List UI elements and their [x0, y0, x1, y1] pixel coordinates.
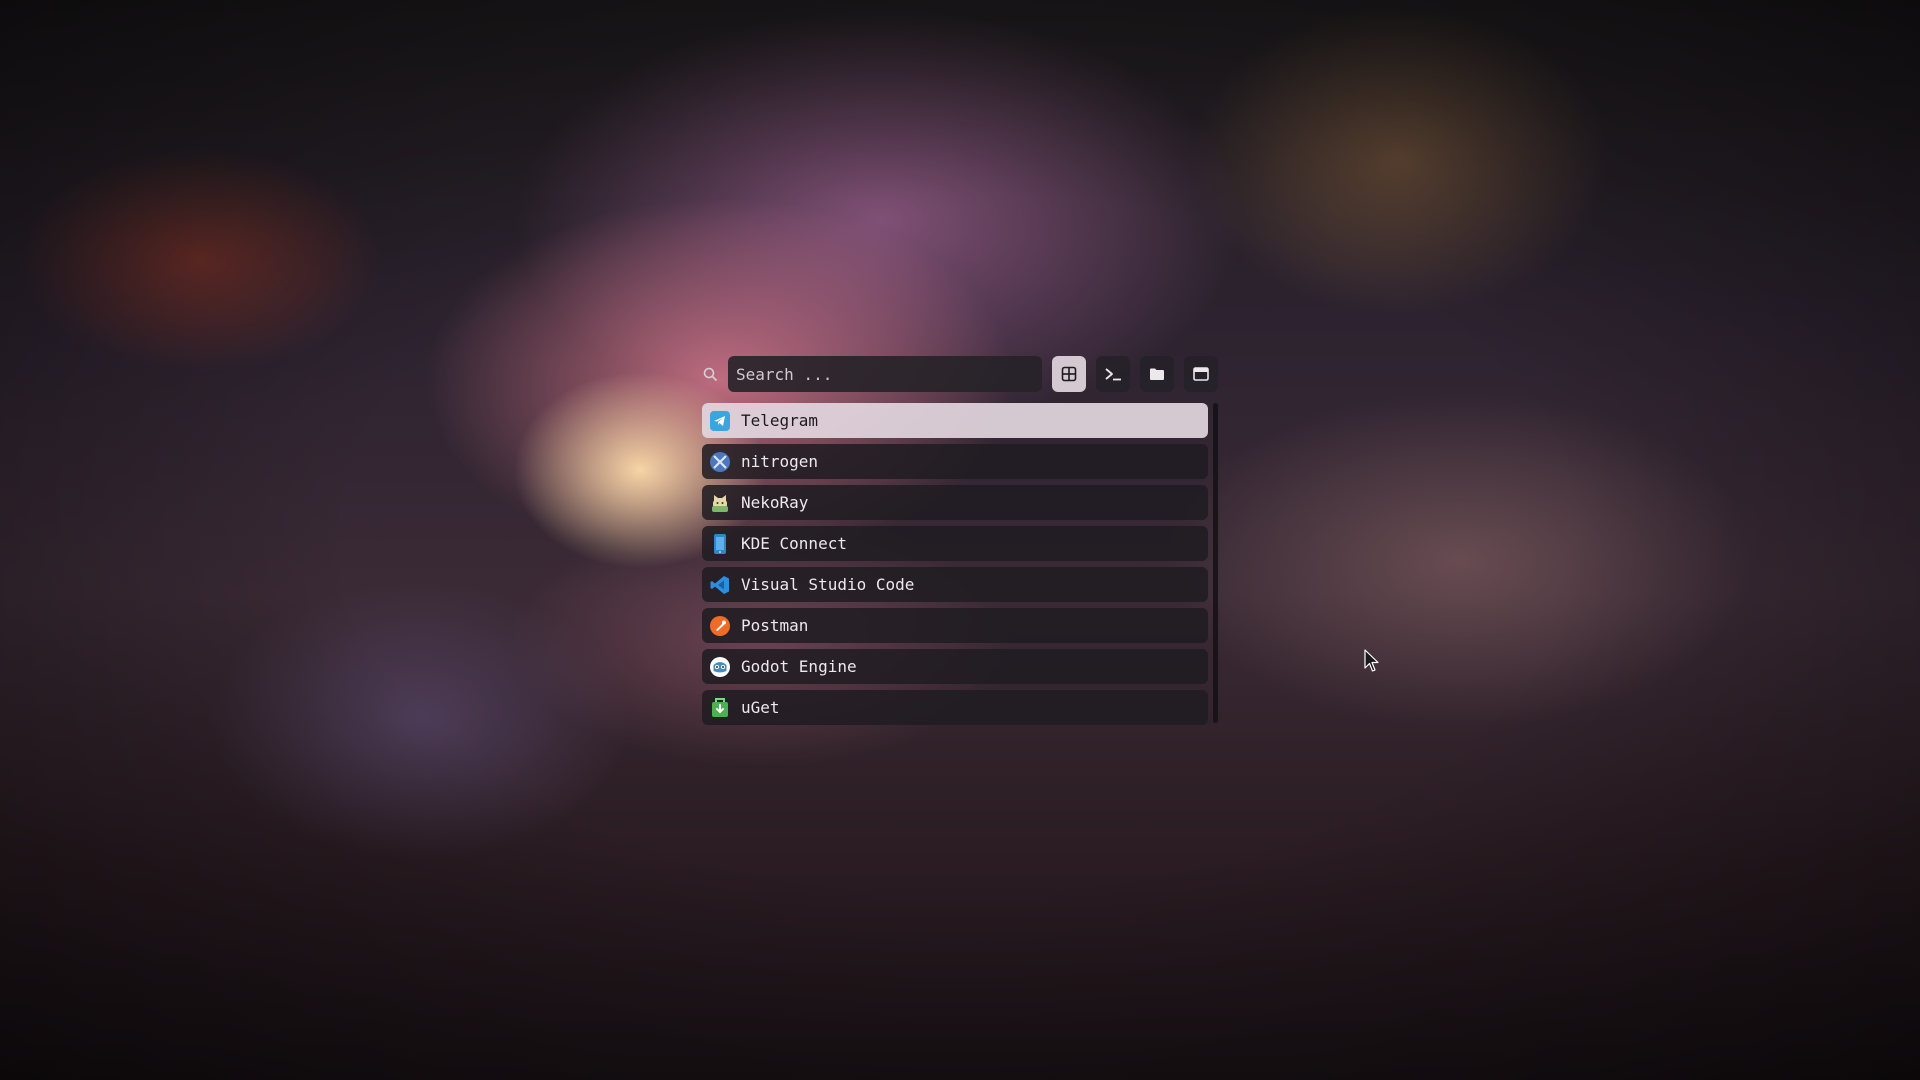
list-item-postman[interactable]: Postman	[702, 608, 1208, 643]
list-item-nekoray[interactable]: NekoRay	[702, 485, 1208, 520]
search-input[interactable]	[728, 356, 1042, 392]
scrollbar[interactable]	[1213, 403, 1218, 723]
nekoray-icon	[712, 494, 728, 512]
window-icon	[1193, 367, 1209, 381]
vscode-icon	[710, 575, 729, 594]
list-item-godot-engine[interactable]: Godot Engine	[702, 649, 1208, 684]
search-bar	[700, 354, 1220, 394]
mouse-pointer-icon	[1364, 649, 1379, 672]
app-launcher: Telegram nitrogen NekoRay	[700, 354, 1220, 725]
grid-icon	[1061, 366, 1077, 382]
search-icon	[703, 367, 717, 381]
kde-connect-icon	[714, 533, 726, 554]
postman-icon	[710, 615, 730, 636]
godot-icon	[710, 656, 730, 677]
mode-terminal-button[interactable]	[1096, 356, 1130, 392]
list-item-uget[interactable]: uGet	[702, 690, 1208, 725]
list-item-visual-studio-code[interactable]: Visual Studio Code	[702, 567, 1208, 602]
mode-files-button[interactable]	[1140, 356, 1174, 392]
list-item-nitrogen[interactable]: nitrogen	[702, 444, 1208, 479]
mode-windows-button[interactable]	[1184, 356, 1218, 392]
folder-icon	[1150, 368, 1164, 380]
nitrogen-icon	[710, 451, 730, 472]
telegram-icon	[710, 410, 730, 431]
mode-applications-button[interactable]	[1052, 356, 1086, 392]
uget-icon	[712, 697, 728, 717]
list-item-telegram[interactable]: Telegram	[702, 403, 1208, 438]
terminal-icon	[1105, 368, 1121, 381]
list-item-kde-connect[interactable]: KDE Connect	[702, 526, 1208, 561]
